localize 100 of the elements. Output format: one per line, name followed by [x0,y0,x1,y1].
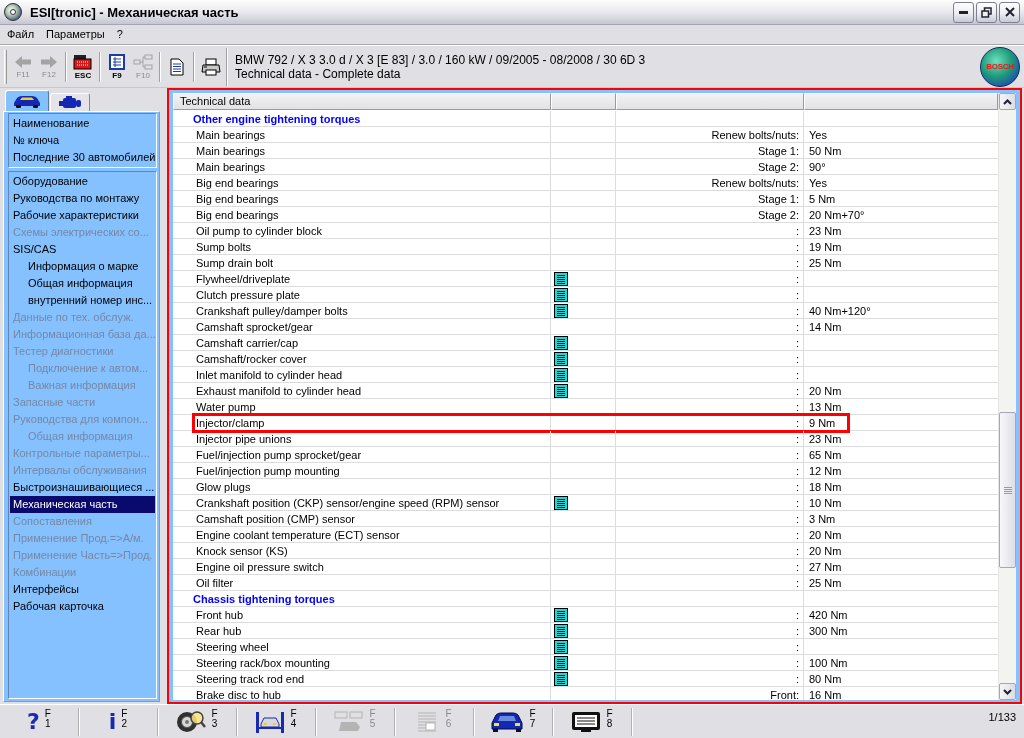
info-sheet-icon[interactable] [554,303,568,318]
left-arrow-icon [14,54,32,69]
column-header[interactable]: Technical data [173,93,551,110]
page-counter: 1/133 [988,711,1016,723]
component-name: Clutch pressure plate [196,288,300,301]
value-label: : [795,304,799,317]
torque-value: 19 Nm [809,240,842,253]
info-sheet-icon[interactable] [554,495,568,510]
sidebar-item[interactable]: Руководства по монтажу [10,190,155,207]
engine-icon [58,94,82,111]
component-name: Camshaft/rocker cover [196,352,307,365]
logo: BOSCH [980,46,1020,87]
sidebar-item[interactable]: Оборудование [10,173,155,190]
value-label: : [795,432,799,445]
info-sheet-icon[interactable] [554,623,568,638]
monitor-icon [571,710,602,733]
torque-value: 420 Nm [809,608,848,621]
menu-item[interactable]: Параметры [40,26,111,43]
function-key-button[interactable]: F 7 [474,707,553,736]
torque-value: 50 Nm [809,144,842,157]
list-icon [109,53,125,70]
close-button[interactable] [999,1,1020,23]
info-sheet-icon[interactable] [554,607,568,622]
torque-value: 13 Nm [809,400,842,413]
value-label: Renew bolts/nuts: [711,128,799,141]
sidebar-item[interactable]: SIS/CAS [10,241,155,258]
info-sheet-icon[interactable] [554,351,568,366]
value-label: Stage 2: [758,160,799,173]
sidebar-item[interactable]: Интерфейсы [10,581,155,598]
component-name: Oil filter [196,576,234,589]
sidebar-item[interactable]: Информация о марке [10,258,155,275]
sidebar-item[interactable]: Быстроизнашивающиеся ... [10,479,155,496]
column-header[interactable] [616,93,804,110]
sidebar-item[interactable]: Рабочие характеристики [10,207,155,224]
value-label: : [795,544,799,557]
component-name: Rear hub [196,624,242,637]
minimize-button[interactable] [953,1,974,23]
section-title: Other engine tightening torques [193,112,361,125]
component-name: Glow plugs [196,480,251,493]
torque-value: 3 Nm [809,512,836,525]
scrollbar-thumb[interactable] [999,412,1016,568]
torque-value: 20 Nm [809,528,842,541]
value-label: Stage 1: [758,144,799,157]
function-key-button[interactable]: F 3 [158,707,237,736]
sidebar-tab[interactable] [50,93,90,111]
tire-magnifier-icon [176,709,207,734]
component-name: Water pump [196,400,256,413]
component-name: Injector pipe unions [196,432,292,445]
info-sheet-icon[interactable] [554,271,568,286]
value-label: Front: [770,688,799,700]
menu-item[interactable]: Файл [1,26,41,43]
info-sheet-icon[interactable] [554,335,568,350]
sidebar-item[interactable]: Наименование [10,115,155,132]
sidebar-item[interactable]: Механическая часть [10,496,155,513]
info-sheet-icon[interactable] [554,639,568,654]
sidebar-item[interactable]: Рабочая карточка [10,598,155,615]
sidebar-item[interactable]: № ключа [10,132,155,149]
component-name: Main bearings [196,128,266,141]
component-name: Oil pump to cylinder block [196,224,322,237]
component-name: Crankshaft position (CKP) sensor/engine speed (RPM) sensor [196,496,500,509]
value-label: : [795,400,799,413]
scroll-up-button[interactable] [999,93,1016,110]
component-name: Big end bearings [196,176,279,189]
value-label: : [795,528,799,541]
value-label: : [795,672,799,685]
sidebar-item[interactable]: Последние 30 автомобилей [10,149,155,166]
right-arrow-icon [40,54,58,69]
function-key-button[interactable]: F 4 [237,707,316,736]
info-sheet-icon[interactable] [554,655,568,670]
component-name: Main bearings [196,144,266,157]
value-label: : [795,640,799,653]
column-header[interactable] [551,93,616,110]
torque-value: Yes [809,128,827,141]
toolbar-button[interactable]: ESC [70,48,96,85]
torque-value: 100 Nm [809,656,848,669]
caret-down-icon [1003,688,1012,695]
component-name: Big end bearings [196,208,279,221]
sidebar-item[interactable]: внутренний номер инс... [10,292,155,309]
info-sheet-icon[interactable] [554,367,568,382]
restore-button[interactable] [976,1,997,23]
car-lift-icon [255,709,286,734]
value-label: : [795,560,799,573]
torque-value: Yes [809,176,827,189]
info-sheet-icon[interactable] [554,383,568,398]
toolbar-button[interactable]: F9 [104,48,130,85]
function-key-button[interactable]: F 8 [553,707,632,736]
component-name: Knock sensor (KS) [196,544,288,557]
info-sheet-icon[interactable] [554,287,568,302]
scrollbar[interactable] [998,93,1016,700]
tree-icon [133,53,153,70]
info-sheet-icon[interactable] [554,671,568,686]
sidebar-item[interactable]: Общая информация [10,275,155,292]
menu-item[interactable]: ? [110,26,129,43]
sidebar-tab[interactable] [5,90,49,111]
scroll-down-button[interactable] [999,683,1016,700]
torque-value: 5 Nm [809,192,836,205]
component-name: Main bearings [196,160,266,173]
torque-value: 18 Nm [809,480,842,493]
value-label: : [795,480,799,493]
torque-value: 25 Nm [809,576,842,589]
